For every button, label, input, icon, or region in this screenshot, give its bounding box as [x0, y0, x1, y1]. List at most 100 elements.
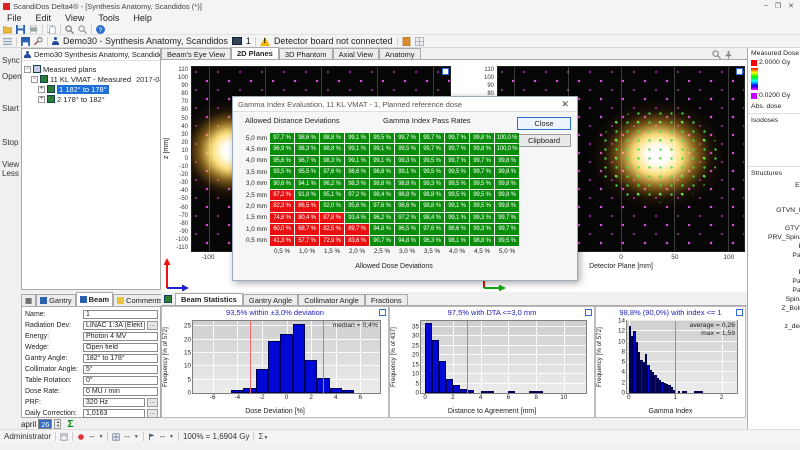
gamma-cell[interactable]: 99,5 % — [495, 236, 519, 246]
gamma-cell[interactable]: 96,2 % — [320, 179, 344, 189]
tab-beam[interactable]: Beam — [76, 292, 113, 306]
day-spinner[interactable]: ▲▼ — [54, 419, 61, 429]
menu-item-help[interactable]: Help — [126, 13, 159, 23]
gamma-cell[interactable]: 99,3 % — [470, 213, 494, 223]
side-button-view[interactable]: View — [2, 160, 19, 169]
gamma-cell[interactable]: 99,8 % — [495, 190, 519, 200]
field-input[interactable]: Photon 4 MV — [83, 332, 158, 341]
field-input[interactable]: 1 — [83, 310, 158, 319]
zoom-in-icon[interactable] — [65, 25, 74, 34]
gamma-cell[interactable]: 99,1 % — [445, 201, 469, 211]
field-input[interactable]: 0 MU / min — [83, 387, 158, 396]
gamma-cell[interactable]: 99,3 % — [420, 179, 444, 189]
save-icon[interactable] — [16, 25, 25, 34]
pin-icon[interactable] — [724, 50, 733, 59]
tree-item-plan[interactable]: − 11 KL VMAT - Measured 2017-04-26 19:09 — [22, 74, 160, 84]
flag-icon[interactable] — [148, 433, 156, 441]
gamma-cell[interactable]: 98,8 % — [395, 190, 419, 200]
gamma-cell[interactable]: 98,8 % — [370, 179, 394, 189]
gamma-cell[interactable]: 99,5 % — [370, 133, 394, 143]
dialog-close-icon[interactable]: ✕ — [558, 99, 572, 110]
gamma-cell[interactable]: 98,6 % — [345, 167, 369, 177]
tab-2d-planes[interactable]: 2D Planes — [231, 47, 279, 59]
gamma-cell[interactable]: 99,1 % — [345, 133, 369, 143]
more-button[interactable]: ... — [147, 321, 158, 330]
structure-item[interactable]: P — [748, 269, 800, 277]
expand-icon[interactable]: + — [38, 96, 45, 103]
gamma-cell[interactable]: 96,3 % — [420, 236, 444, 246]
gamma-cell[interactable]: 99,5 % — [470, 201, 494, 211]
gamma-cell[interactable]: 99,5 % — [395, 144, 419, 154]
gamma-cell[interactable]: 90,7 % — [370, 236, 394, 246]
gamma-cell[interactable]: 98,3 % — [295, 144, 319, 154]
gamma-cell[interactable]: 97,6 % — [420, 224, 444, 234]
expand-icon[interactable]: + — [38, 86, 45, 93]
gamma-cell[interactable]: 99,1 % — [370, 144, 394, 154]
maximize-icon[interactable] — [379, 309, 386, 316]
gamma-cell[interactable]: 92,0 % — [320, 201, 344, 211]
gamma-cell[interactable]: 60,0 % — [270, 224, 294, 234]
gamma-cell[interactable]: 97,6 % — [320, 167, 344, 177]
record-icon[interactable] — [77, 433, 85, 441]
gamma-cell[interactable]: 98,8 % — [370, 167, 394, 177]
gamma-cell[interactable]: 97,2 % — [395, 213, 419, 223]
gamma-cell[interactable]: 99,5 % — [445, 179, 469, 189]
gamma-cell[interactable]: 99,7 % — [420, 144, 444, 154]
side-button-stop[interactable]: Stop — [2, 138, 18, 147]
tab-gantry-angle[interactable]: Gantry Angle — [243, 294, 298, 305]
gamma-cell[interactable]: 98,6 % — [295, 133, 319, 143]
gamma-cell[interactable]: 98,3 % — [345, 179, 369, 189]
gamma-cell[interactable]: 99,1 % — [345, 156, 369, 166]
gamma-cell[interactable]: 87,2 % — [270, 190, 294, 200]
print-icon[interactable] — [29, 25, 38, 34]
gamma-cell[interactable]: 96,2 % — [370, 213, 394, 223]
tab-gantry[interactable]: Gantry — [36, 294, 76, 306]
tab-fractions[interactable]: Fractions — [365, 294, 408, 305]
menu-item-tools[interactable]: Tools — [91, 13, 126, 23]
gamma-cell[interactable]: 82,5 % — [320, 224, 344, 234]
gamma-cell[interactable]: 90,6 % — [270, 179, 294, 189]
tools-icon[interactable] — [34, 37, 43, 46]
gamma-cell[interactable]: 94,8 % — [395, 236, 419, 246]
gamma-cell[interactable]: 98,4 % — [420, 213, 444, 223]
gamma-cell[interactable]: 95,6 % — [345, 201, 369, 211]
tab-collimator-angle[interactable]: Collimator Angle — [298, 294, 365, 305]
gamma-cell[interactable]: 99,7 % — [470, 167, 494, 177]
zoom-icon[interactable] — [712, 50, 721, 59]
gamma-cell[interactable]: 99,5 % — [445, 167, 469, 177]
dialog-title-bar[interactable]: Gamma Index Evaluation, 11 KL VMAT - 1, … — [233, 97, 577, 112]
gamma-cell[interactable]: 99,7 % — [495, 224, 519, 234]
field-input[interactable]: Open field — [83, 343, 158, 352]
structure-item[interactable]: Spina — [748, 296, 800, 304]
gamma-cell[interactable]: 93,4 % — [345, 213, 369, 223]
gamma-cell[interactable]: 97,2 % — [345, 190, 369, 200]
copy-icon[interactable] — [47, 25, 56, 34]
gamma-cell[interactable]: 98,8 % — [470, 236, 494, 246]
gamma-cell[interactable]: 96,9 % — [270, 144, 294, 154]
structure-item[interactable]: GTVT — [748, 225, 800, 233]
dropdown-arrow[interactable]: ▼ — [169, 434, 174, 440]
side-button-start[interactable]: Start — [2, 104, 19, 113]
tree-item-measured-plans[interactable]: − Measured plans — [22, 64, 160, 74]
menu-item-file[interactable]: File — [0, 13, 29, 23]
more-button[interactable]: ... — [147, 409, 158, 418]
gamma-cell[interactable]: 89,7 % — [345, 224, 369, 234]
field-input[interactable]: 320 Hz — [83, 398, 145, 407]
gamma-cell[interactable]: 99,7 % — [470, 156, 494, 166]
structure-item[interactable]: z_den — [748, 323, 800, 331]
collapse-icon[interactable]: − — [31, 76, 38, 83]
gamma-cell[interactable]: 86,5 % — [295, 201, 319, 211]
gamma-cell[interactable]: 100,0 % — [495, 133, 519, 143]
gamma-cell[interactable]: 99,8 % — [470, 133, 494, 143]
field-input[interactable]: 182° to 178° — [83, 354, 158, 363]
gamma-cell[interactable]: 99,1 % — [370, 156, 394, 166]
side-button-open[interactable]: Open — [2, 72, 22, 81]
gamma-cell[interactable]: 98,8 % — [420, 190, 444, 200]
gamma-cell[interactable]: 99,7 % — [445, 156, 469, 166]
gamma-cell[interactable]: 83,6 % — [345, 236, 369, 246]
gamma-cell[interactable]: 95,1 % — [320, 190, 344, 200]
maximize-icon[interactable] — [736, 68, 743, 75]
gamma-cell[interactable]: 99,3 % — [395, 156, 419, 166]
grid-icon[interactable] — [415, 37, 424, 46]
gamma-cell[interactable]: 94,1 % — [295, 179, 319, 189]
